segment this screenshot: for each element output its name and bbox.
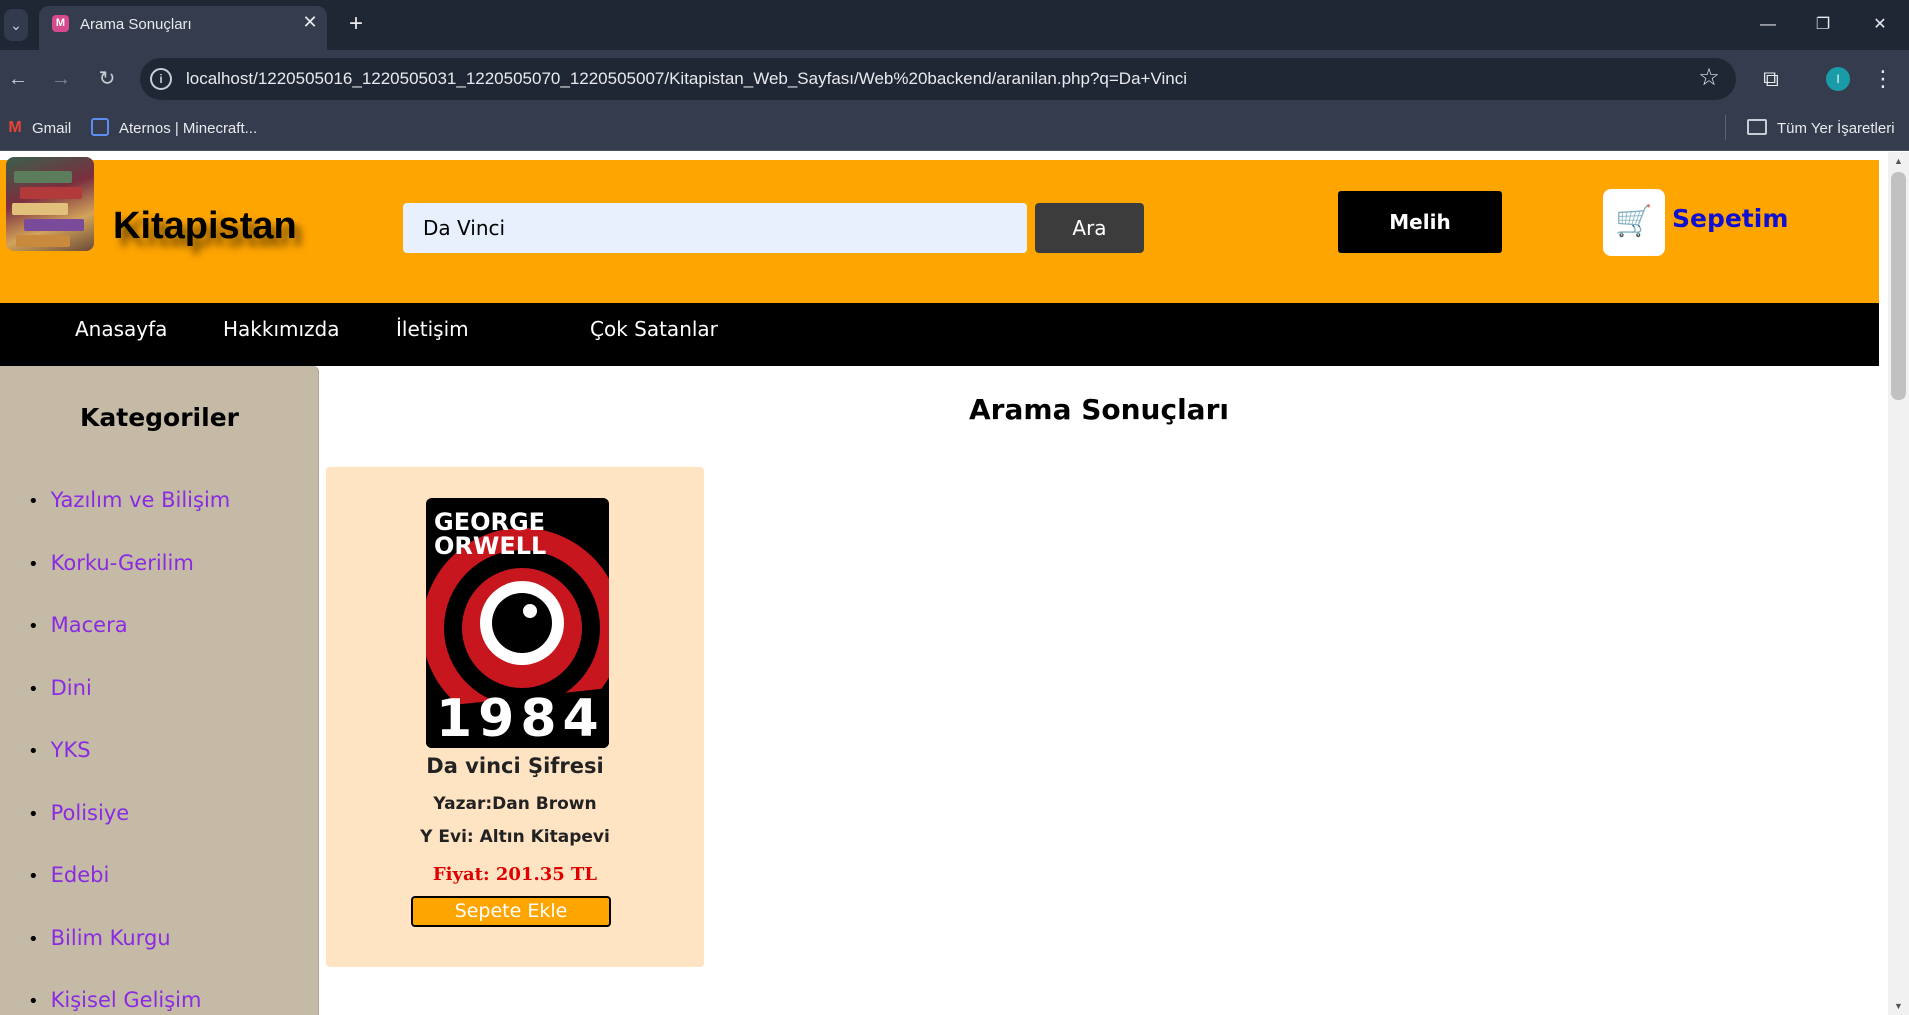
extensions-puzzle-icon[interactable]: ⧉ xyxy=(1756,64,1786,94)
tab-search-chevron-icon[interactable]: ⌄ xyxy=(4,9,28,41)
site-logo[interactable] xyxy=(6,157,94,251)
restore-icon[interactable]: ❐ xyxy=(1803,10,1843,40)
tab-title: Arama Sonuçları xyxy=(80,16,192,33)
bookmark-gmail[interactable]: Gmail xyxy=(32,117,71,141)
nav-home[interactable]: Anasayfa xyxy=(75,317,167,341)
nav-about[interactable]: Hakkımızda xyxy=(223,317,340,341)
category-label[interactable]: Edebi xyxy=(51,863,110,887)
bookmark-star-icon[interactable]: ☆ xyxy=(1695,64,1723,92)
cover-number: 1984 xyxy=(436,689,605,748)
scroll-down-icon[interactable]: ▼ xyxy=(1891,999,1906,1013)
aternos-icon xyxy=(91,118,109,136)
results-title: Arama Sonuçları xyxy=(969,393,1229,426)
all-bookmarks[interactable]: Tüm Yer İşaretleri xyxy=(1777,117,1895,141)
category-label[interactable]: Kişisel Gelişim xyxy=(51,988,202,1012)
category-item[interactable]: • Dini xyxy=(28,676,92,700)
book-cover-image[interactable]: GEORGE ORWELL 1984 xyxy=(426,498,609,748)
shopping-cart-icon[interactable]: 🛒 xyxy=(1614,202,1654,242)
nav-bestsellers[interactable]: Çok Satanlar xyxy=(590,317,718,341)
new-tab-button[interactable]: + xyxy=(344,11,368,39)
tab-favicon-icon: M xyxy=(52,15,69,32)
cart-link[interactable]: Sepetim xyxy=(1672,204,1788,233)
category-item[interactable]: • Kişisel Gelişim xyxy=(28,988,201,1012)
category-item[interactable]: • Bilim Kurgu xyxy=(28,926,171,950)
cover-author-line2: ORWELL xyxy=(434,532,546,560)
category-label[interactable]: Bilim Kurgu xyxy=(51,926,171,950)
reload-icon[interactable]: ↻ xyxy=(94,66,120,92)
search-input[interactable] xyxy=(403,203,1027,253)
forward-arrow-icon[interactable]: → xyxy=(48,66,74,92)
folder-icon xyxy=(1747,119,1767,135)
site-info-icon[interactable]: i xyxy=(150,68,172,90)
nav-contact[interactable]: İletişim xyxy=(396,317,469,341)
category-item[interactable]: • Edebi xyxy=(28,863,109,887)
category-item[interactable]: • Korku-Gerilim xyxy=(28,551,194,575)
category-label[interactable]: Dini xyxy=(51,676,92,700)
product-author: Yazar:Dan Brown xyxy=(433,794,597,814)
site-brand[interactable]: Kitapistan xyxy=(113,205,297,248)
category-item[interactable]: • YKS xyxy=(28,738,91,762)
scroll-thumb[interactable] xyxy=(1891,172,1906,400)
add-to-cart-button[interactable]: Sepete Ekle xyxy=(411,896,611,927)
category-item[interactable]: • Macera xyxy=(28,613,128,637)
browser-menu-icon[interactable]: ⋮ xyxy=(1872,64,1894,94)
tab-close-icon[interactable]: ✕ xyxy=(300,12,320,32)
user-account-button[interactable]: Melih xyxy=(1338,191,1502,253)
bookmark-aternos[interactable]: Aternos | Minecraft... xyxy=(119,117,257,141)
category-label[interactable]: Yazılım ve Bilişim xyxy=(51,488,231,512)
product-price: Fiyat: 201.35 TL xyxy=(432,864,598,885)
scroll-up-icon[interactable]: ▲ xyxy=(1891,154,1906,168)
category-label[interactable]: Polisiye xyxy=(51,801,130,825)
category-label[interactable]: Korku-Gerilim xyxy=(51,551,194,575)
bookmarks-bar xyxy=(0,108,1909,151)
url-text[interactable]: localhost/1220505016_1220505031_12205050… xyxy=(186,69,1187,89)
book-cover-art: GEORGE ORWELL 1984 xyxy=(426,498,609,748)
category-item[interactable]: • Polisiye xyxy=(28,801,129,825)
product-publisher: Y Evi: Altın Kitapevi xyxy=(420,827,610,847)
category-label[interactable]: YKS xyxy=(51,738,91,762)
gmail-icon: M xyxy=(8,119,22,136)
category-label[interactable]: Macera xyxy=(51,613,128,637)
bookmarks-divider xyxy=(1725,115,1726,140)
category-item[interactable]: • Yazılım ve Bilişim xyxy=(28,488,230,512)
back-arrow-icon[interactable]: ← xyxy=(5,66,31,92)
minimize-icon[interactable]: — xyxy=(1748,10,1788,40)
search-button[interactable]: Ara xyxy=(1035,203,1144,253)
window-close-icon[interactable]: ✕ xyxy=(1860,10,1900,40)
product-title[interactable]: Da vinci Şifresi xyxy=(326,754,704,778)
profile-avatar[interactable]: I xyxy=(1826,67,1850,91)
sidebar-title: Kategoriler xyxy=(80,403,239,432)
